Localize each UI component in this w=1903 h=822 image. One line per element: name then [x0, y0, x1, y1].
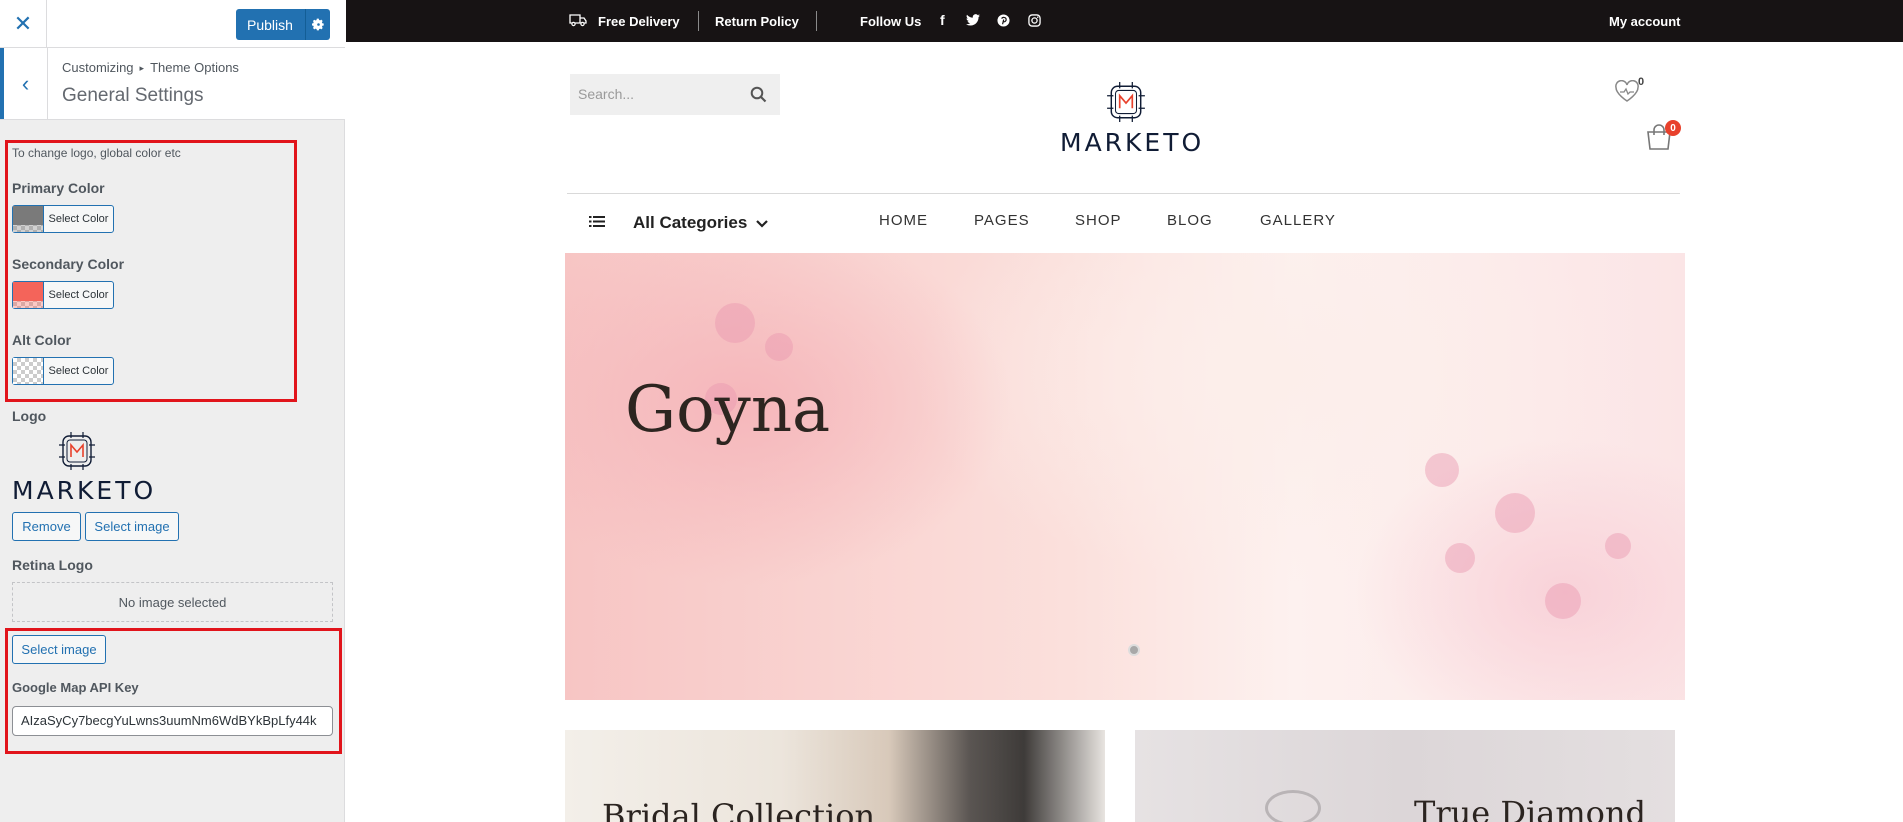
- ring-image: [1265, 790, 1321, 822]
- section-description: To change logo, global color etc: [12, 146, 181, 160]
- secondary-color-picker-button[interactable]: Select Color: [12, 281, 114, 309]
- search-icon[interactable]: [750, 86, 767, 108]
- customizer-sidebar: ✕ Publish ‹ Customizing ▸ Theme Options Ge…: [0, 0, 345, 822]
- promo-title-diamond: True Diamond: [1414, 794, 1647, 822]
- remove-logo-button[interactable]: Remove: [12, 512, 81, 541]
- all-categories-label: All Categories: [633, 213, 748, 232]
- search-input[interactable]: Search...: [578, 74, 634, 115]
- decorative-blossom: [715, 303, 755, 343]
- nav-home[interactable]: HOME: [879, 212, 928, 229]
- section-header: ‹ Customizing ▸ Theme Options General Sett…: [0, 48, 345, 120]
- wishlist-count: 0: [1638, 76, 1645, 88]
- category-list-icon[interactable]: [589, 215, 605, 233]
- publish-button[interactable]: Publish: [236, 9, 330, 40]
- map-api-key-label: Google Map API Key: [12, 680, 139, 695]
- secondary-color-button-label: Select Color: [48, 289, 109, 301]
- customizer-header: ✕ Publish: [0, 0, 345, 48]
- my-account-link[interactable]: My account: [1609, 14, 1681, 29]
- nav-pages[interactable]: PAGES: [974, 212, 1030, 229]
- alt-color-button-label: Select Color: [48, 365, 109, 377]
- alt-color-picker-button[interactable]: Select Color: [12, 357, 114, 385]
- nav-shop[interactable]: SHOP: [1075, 212, 1122, 229]
- chevron-down-icon: [756, 213, 768, 233]
- select-logo-image-button[interactable]: Select image: [85, 512, 179, 541]
- primary-color-picker-button[interactable]: Select Color: [12, 205, 114, 233]
- publish-label: Publish: [247, 16, 293, 33]
- breadcrumb: Customizing ▸ Theme Options: [62, 60, 239, 75]
- secondary-color-swatch: [13, 282, 44, 308]
- site-search-box[interactable]: Search...: [570, 74, 780, 115]
- primary-color-label: Primary Color: [12, 180, 105, 196]
- close-customizer-icon[interactable]: ✕: [0, 0, 47, 47]
- all-categories-dropdown[interactable]: All Categories: [633, 213, 768, 233]
- decorative-blossom: [1425, 453, 1459, 487]
- breadcrumb-theme-options: Theme Options: [150, 60, 239, 75]
- instagram-icon[interactable]: [1028, 14, 1041, 30]
- secondary-color-label: Secondary Color: [12, 256, 125, 272]
- topbar-divider: [816, 11, 817, 31]
- publish-settings-gear-icon[interactable]: [306, 18, 330, 31]
- cart-count-badge: 0: [1665, 120, 1681, 136]
- decorative-blossom: [1605, 533, 1631, 559]
- follow-us-label: Follow Us: [860, 14, 922, 29]
- free-delivery-link[interactable]: Free Delivery: [598, 14, 680, 29]
- topbar-divider: [698, 11, 699, 31]
- promo-card-bridal[interactable]: Bridal Collection: [565, 730, 1105, 822]
- hero-title: Goyna: [625, 373, 831, 447]
- primary-color-button-label: Select Color: [48, 213, 109, 225]
- decorative-blossom: [765, 333, 793, 361]
- section-title: General Settings: [62, 85, 204, 106]
- twitter-icon[interactable]: [966, 14, 980, 29]
- logo-preview-wordmark: MARKETO: [12, 476, 157, 505]
- primary-color-swatch: [13, 206, 44, 232]
- slider-dot[interactable]: [1128, 644, 1140, 656]
- nav-gallery[interactable]: GALLERY: [1260, 212, 1336, 229]
- promo-card-diamond[interactable]: True Diamond: [1135, 730, 1675, 822]
- return-policy-link[interactable]: Return Policy: [715, 14, 799, 29]
- breadcrumb-separator-icon: ▸: [139, 63, 145, 73]
- decorative-blossom: [1445, 543, 1475, 573]
- site-topbar: Free Delivery Return Policy Follow Us f …: [346, 0, 1903, 42]
- logo-label: Logo: [12, 408, 47, 424]
- alt-color-label: Alt Color: [12, 332, 72, 348]
- logo-emblem-icon: [57, 432, 97, 475]
- site-logo-wordmark[interactable]: MARKETO: [1060, 128, 1204, 157]
- hero-slider[interactable]: Goyna: [565, 253, 1685, 700]
- decorative-blossom: [1495, 493, 1535, 533]
- facebook-icon[interactable]: f: [940, 12, 945, 28]
- wishlist-heart-icon[interactable]: [1614, 79, 1640, 109]
- select-retina-image-button[interactable]: Select image: [12, 635, 106, 664]
- delivery-truck-icon: [569, 13, 587, 30]
- header-divider: [567, 193, 1680, 194]
- retina-logo-label: Retina Logo: [12, 557, 93, 573]
- alt-color-swatch: [13, 358, 44, 384]
- retina-logo-placeholder: No image selected: [12, 582, 333, 622]
- breadcrumb-customizing: Customizing: [62, 60, 134, 75]
- promo-title-bridal: Bridal Collection: [602, 797, 876, 822]
- nav-blog[interactable]: BLOG: [1167, 212, 1213, 229]
- site-logo-emblem-icon[interactable]: [1105, 82, 1147, 127]
- back-chevron-icon[interactable]: ‹: [0, 48, 48, 119]
- pinterest-icon[interactable]: [997, 14, 1010, 30]
- decorative-blossom: [1545, 583, 1581, 619]
- map-api-key-input[interactable]: AIzaSyCy7becgYuLwns3uumNm6WdBYkBpLfy44k: [12, 706, 333, 736]
